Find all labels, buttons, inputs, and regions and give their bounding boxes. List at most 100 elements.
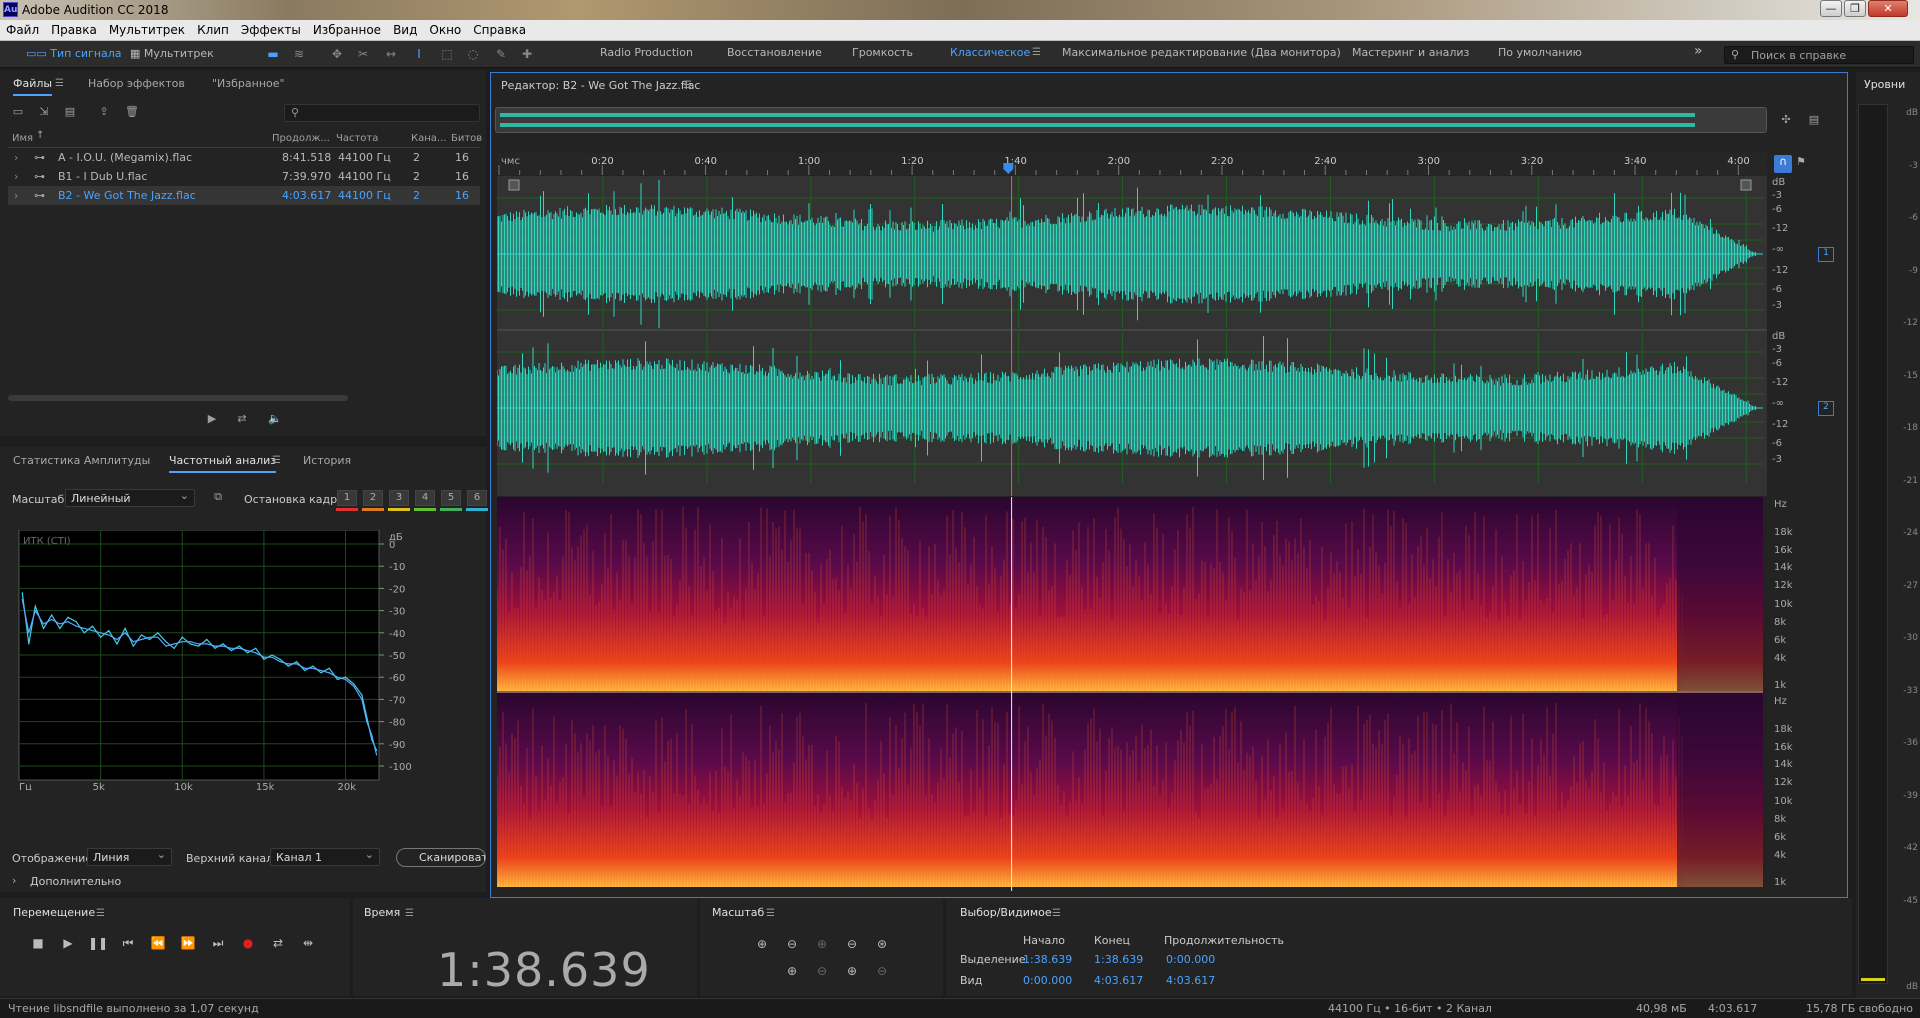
time-menu-icon[interactable]: ☰ bbox=[405, 908, 414, 919]
slip-tool-icon[interactable]: ↔ bbox=[382, 45, 400, 63]
frequency-menu-icon[interactable]: ☰ bbox=[272, 455, 281, 466]
new-file-icon[interactable]: ▤ bbox=[62, 104, 78, 120]
razor-tool-icon[interactable]: ✂ bbox=[354, 45, 372, 63]
marquee-tool-icon[interactable]: ⬚ bbox=[438, 45, 456, 63]
autoplay-icon[interactable]: 🔈 bbox=[264, 411, 286, 427]
channel-select[interactable]: Канал 1 bbox=[270, 848, 380, 866]
stop-icon[interactable]: ■ bbox=[28, 933, 48, 953]
snap-icon[interactable]: ∩ bbox=[1774, 155, 1792, 173]
zoom-selection-icon[interactable]: ⊛ bbox=[872, 934, 892, 954]
tab-effects-rack[interactable]: Набор эффектов bbox=[88, 70, 185, 96]
col-duration[interactable]: Продолж... bbox=[272, 133, 330, 144]
record-icon[interactable]: ● bbox=[238, 933, 258, 953]
table-row[interactable]: › ⊶ B1 - I Dub U.flac 7:39.970 44100 Гц … bbox=[8, 167, 480, 186]
marker-icon[interactable]: ⚑ bbox=[1796, 155, 1806, 168]
zoom-in-amplitude-icon[interactable]: ⊕ bbox=[752, 934, 772, 954]
tab-files[interactable]: Файлы bbox=[13, 70, 53, 96]
display-select[interactable]: Линия bbox=[87, 848, 172, 866]
table-row[interactable]: › ⊶ B2 - We Got The Jazz.flac 4:03.617 4… bbox=[8, 186, 480, 205]
current-time-display[interactable]: 1:38.639 bbox=[437, 943, 651, 997]
move-tool-icon[interactable]: ✥ bbox=[328, 45, 346, 63]
files-search-input[interactable]: ⚲ bbox=[284, 104, 480, 122]
fast-forward-icon[interactable]: ⏩ bbox=[178, 933, 198, 953]
play-icon[interactable]: ▶ bbox=[58, 933, 78, 953]
tab-history[interactable]: История bbox=[303, 447, 351, 473]
zoom-out-right-icon[interactable]: ⊖ bbox=[872, 961, 892, 981]
col-channels[interactable]: Кана... bbox=[411, 133, 446, 144]
menu-view[interactable]: Вид bbox=[387, 20, 423, 41]
zoom-menu-icon[interactable]: ☰ bbox=[766, 908, 775, 919]
workspace-restoration[interactable]: Восстановление bbox=[727, 46, 822, 59]
frame-button-6[interactable]: 6 bbox=[467, 490, 487, 506]
zoom-out-full-icon[interactable]: ⊖ bbox=[842, 934, 862, 954]
frame-button-4[interactable]: 4 bbox=[415, 490, 435, 506]
import-file-icon[interactable]: ⇲ bbox=[36, 104, 52, 120]
zoom-in-selection-icon[interactable]: ⊕ bbox=[782, 961, 802, 981]
editor-menu-icon[interactable]: ☰ bbox=[683, 80, 692, 91]
insert-multitrack-icon[interactable]: ⇪ bbox=[96, 104, 112, 120]
zoom-reset-icon[interactable]: ✣ bbox=[1778, 112, 1794, 128]
frame-button-3[interactable]: 3 bbox=[389, 490, 409, 506]
col-bits[interactable]: Битов bbox=[451, 133, 482, 144]
zoom-out-amplitude-icon[interactable]: ⊖ bbox=[782, 934, 802, 954]
menu-edit[interactable]: Правка bbox=[45, 20, 103, 41]
brush-tool-icon[interactable]: ✎ bbox=[492, 45, 510, 63]
fade-out-handle[interactable] bbox=[1740, 179, 1752, 191]
waveform-display[interactable] bbox=[497, 176, 1767, 496]
menu-effects[interactable]: Эффекты bbox=[235, 20, 307, 41]
advanced-toggle[interactable]: Дополнительно bbox=[30, 875, 121, 888]
skip-selection-icon[interactable]: ⇹ bbox=[298, 933, 318, 953]
tab-frequency-analysis[interactable]: Частотный анализ bbox=[169, 447, 277, 473]
view-end[interactable]: 4:03.617 bbox=[1094, 974, 1143, 987]
workspace-classic[interactable]: Классическое bbox=[950, 46, 1030, 59]
selection-end[interactable]: 1:38.639 bbox=[1094, 953, 1143, 966]
overview-bar[interactable] bbox=[495, 107, 1767, 133]
more-workspaces-button[interactable]: » bbox=[1694, 43, 1703, 59]
workspace-default[interactable]: По умолчанию bbox=[1498, 46, 1582, 59]
close-button[interactable]: ✕ bbox=[1868, 0, 1908, 17]
zoom-out-selection-icon[interactable]: ⊖ bbox=[812, 961, 832, 981]
snapshot-icon[interactable]: ⧉ bbox=[210, 489, 226, 505]
files-menu-icon[interactable]: ☰ bbox=[55, 78, 64, 89]
layout-icon[interactable]: ▤ bbox=[1806, 112, 1822, 128]
pause-icon[interactable]: ❚❚ bbox=[88, 933, 108, 953]
help-search-input[interactable]: Поиск в справке bbox=[1724, 46, 1914, 64]
spectral-display[interactable] bbox=[497, 497, 1767, 891]
waveform-view-icon[interactable]: ▬ bbox=[264, 45, 282, 63]
maximize-button[interactable]: ❐ bbox=[1844, 0, 1866, 17]
skip-forward-icon[interactable]: ⏭ bbox=[208, 933, 228, 953]
selection-menu-icon[interactable]: ☰ bbox=[1052, 908, 1061, 919]
col-name[interactable]: Имя bbox=[12, 133, 33, 144]
loop-icon[interactable]: ⇄ bbox=[234, 411, 250, 427]
zoom-in-right-icon[interactable]: ⊕ bbox=[842, 961, 862, 981]
frame-button-5[interactable]: 5 bbox=[441, 490, 461, 506]
menu-file[interactable]: Файл bbox=[0, 20, 45, 41]
minimize-button[interactable]: — bbox=[1820, 0, 1842, 17]
tab-amplitude-stats[interactable]: Статистика Амплитуды bbox=[13, 447, 150, 473]
delete-file-icon[interactable]: 🗑 bbox=[124, 104, 140, 120]
scale-select[interactable]: Линейный bbox=[65, 489, 195, 507]
fade-in-handle[interactable] bbox=[508, 179, 520, 191]
lasso-tool-icon[interactable]: ◌ bbox=[464, 45, 482, 63]
frame-button-1[interactable]: 1 bbox=[337, 490, 357, 506]
workspace-mastering[interactable]: Мастеринг и анализ bbox=[1352, 46, 1469, 59]
files-scrollbar[interactable] bbox=[8, 395, 348, 401]
menu-multitrack[interactable]: Мультитрек bbox=[103, 20, 191, 41]
selection-start[interactable]: 1:38.639 bbox=[1023, 953, 1072, 966]
time-selection-tool-icon[interactable]: I bbox=[410, 45, 428, 63]
menu-favorites[interactable]: Избранное bbox=[307, 20, 387, 41]
col-rate[interactable]: Частота bbox=[336, 133, 378, 144]
timeline-ruler[interactable]: чмс 0:20 0:40 1:00 1:20 1:40 2:00 2:20 2:40 3:00 3… bbox=[497, 153, 1767, 175]
spectral-view-icon[interactable]: ≋ bbox=[290, 45, 308, 63]
frame-button-2[interactable]: 2 bbox=[363, 490, 383, 506]
channel-badge-1[interactable]: 1 bbox=[1818, 247, 1834, 262]
transport-menu-icon[interactable]: ☰ bbox=[96, 908, 105, 919]
view-duration[interactable]: 4:03.617 bbox=[1166, 974, 1215, 987]
scan-button[interactable]: Сканировать bbox=[396, 848, 486, 867]
loop-icon[interactable]: ⇄ bbox=[268, 933, 288, 953]
open-file-icon[interactable]: ▭ bbox=[10, 104, 26, 120]
play-icon[interactable]: ▶ bbox=[204, 411, 220, 427]
selection-duration[interactable]: 0:00.000 bbox=[1166, 953, 1215, 966]
channel-badge-2[interactable]: 2 bbox=[1818, 401, 1834, 416]
healing-tool-icon[interactable]: ✚ bbox=[518, 45, 536, 63]
